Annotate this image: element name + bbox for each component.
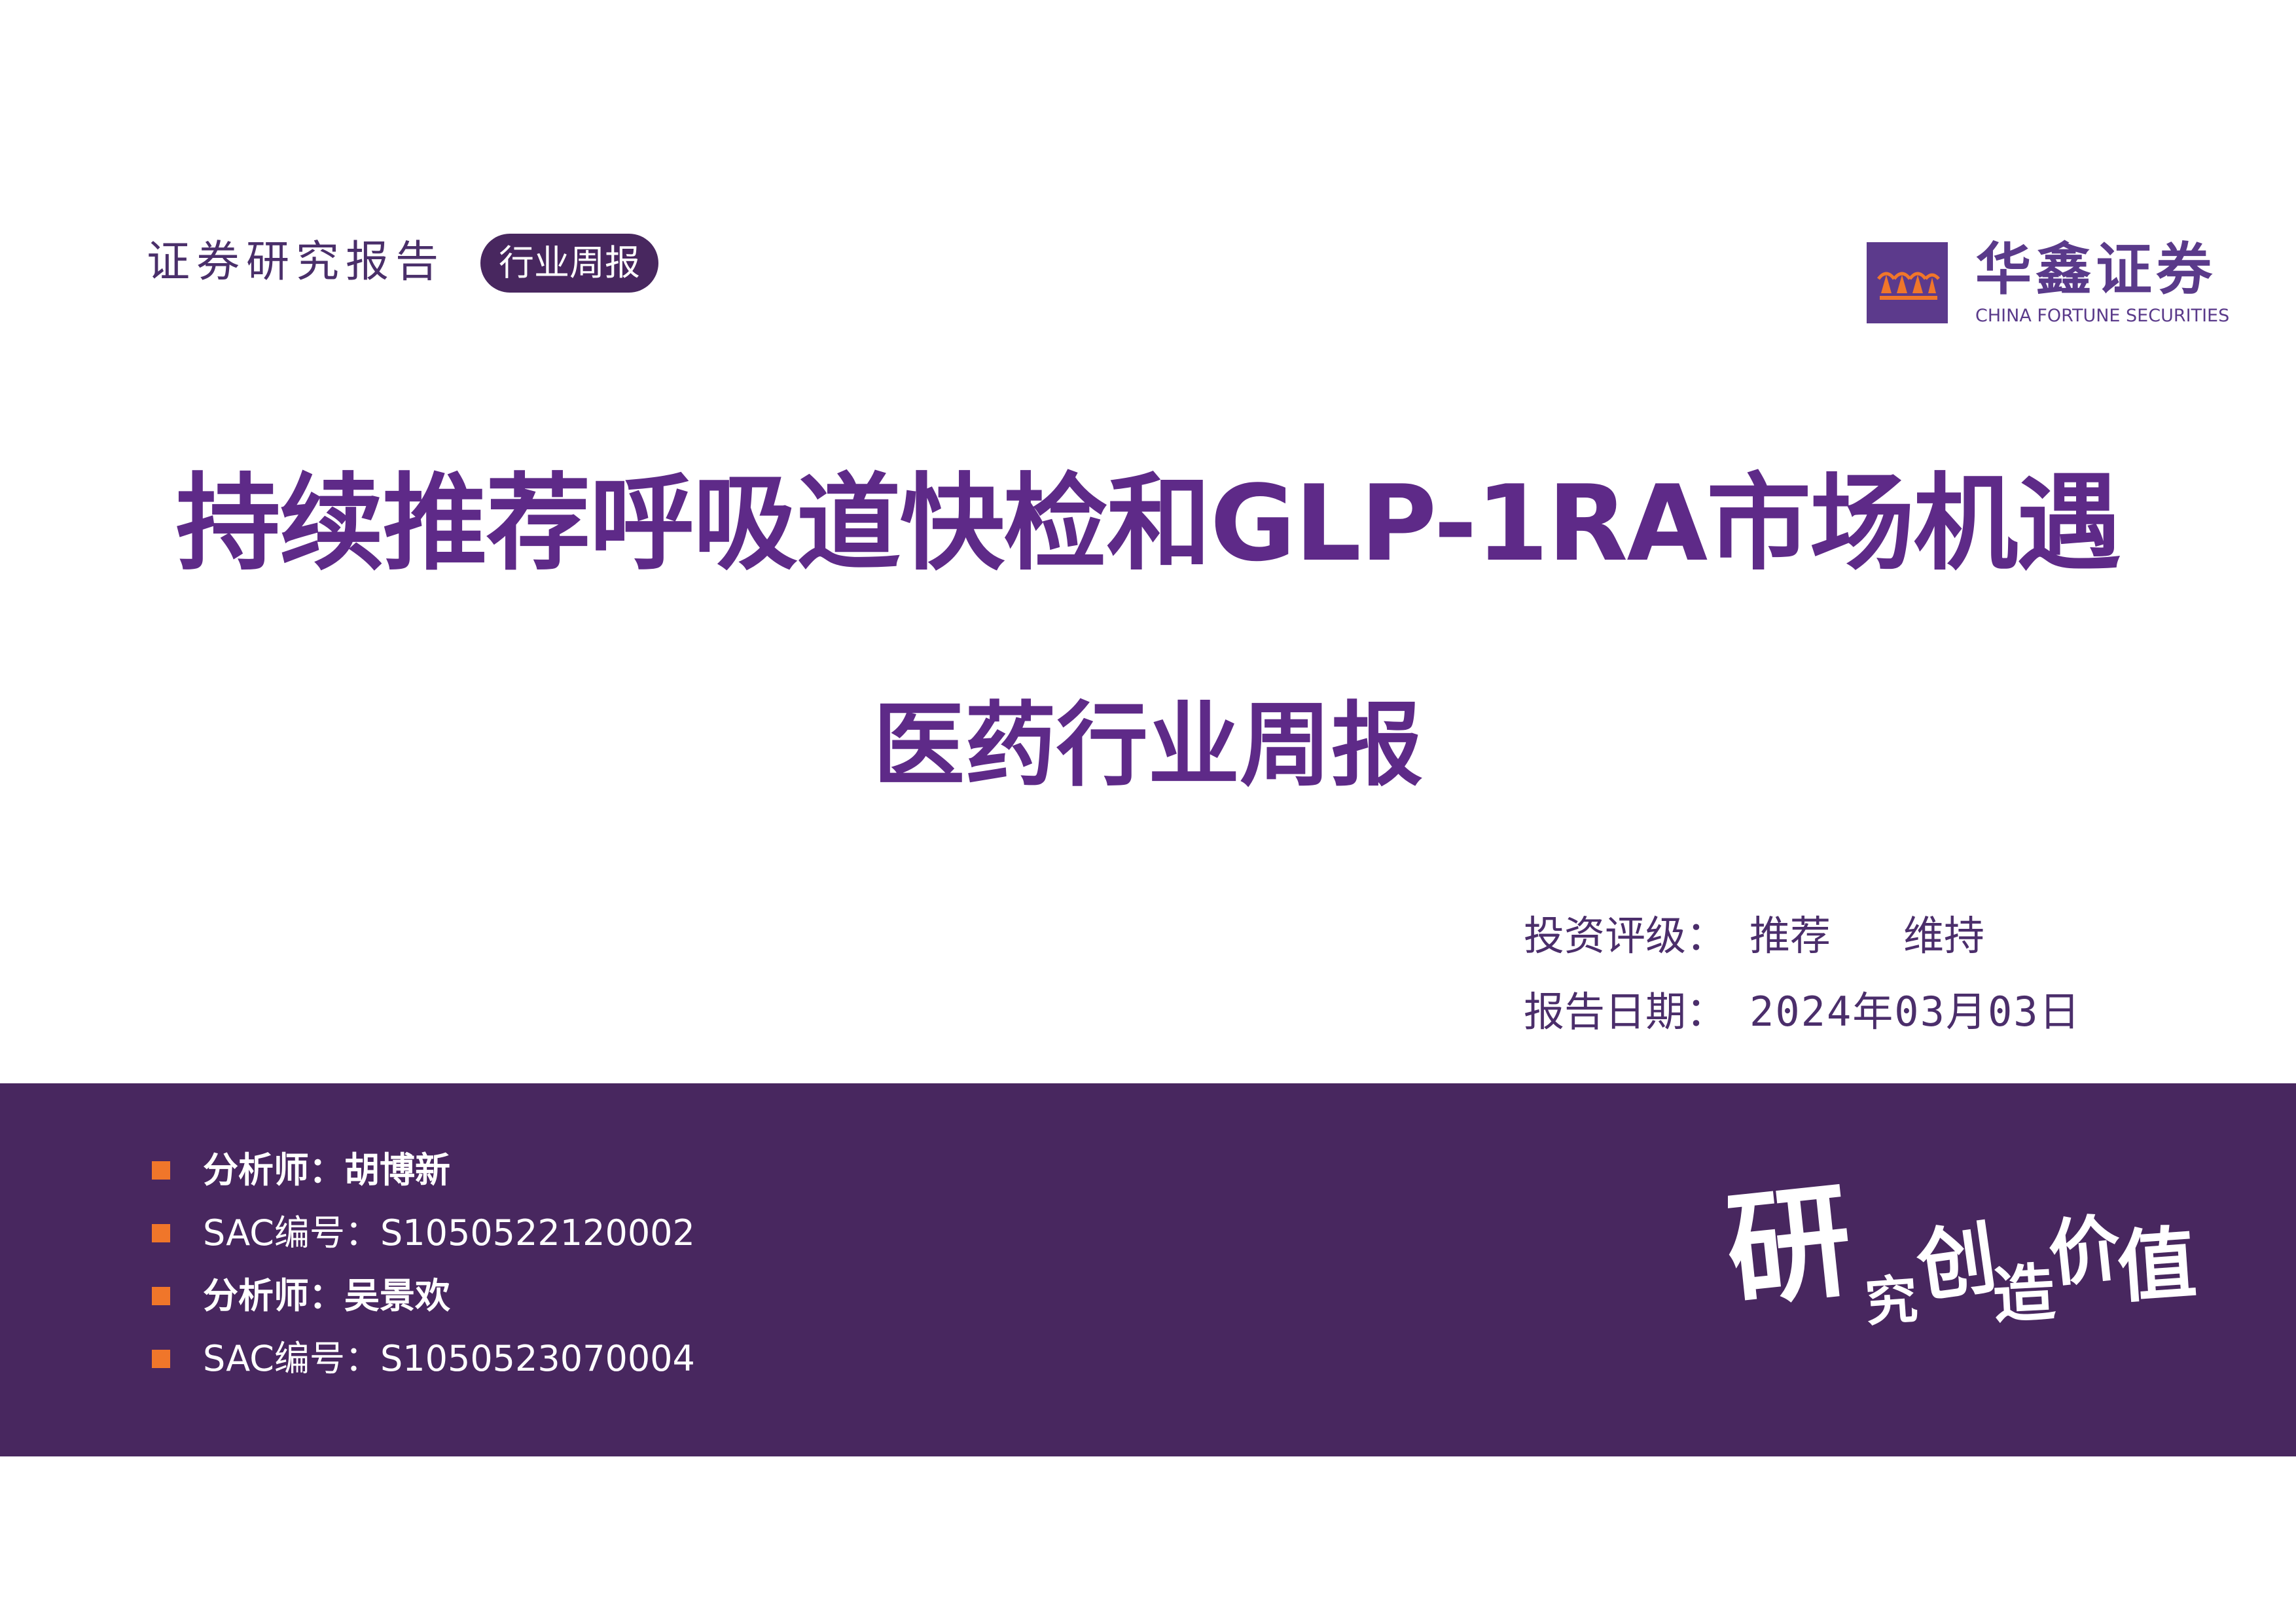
analyst-list: 分析师：胡博新 SAC编号：S1050522120002 分析师：吴景欢 SAC… (152, 1139, 1068, 1390)
analyst-sac: SAC编号：S1050522120002 (203, 1212, 695, 1254)
slogan-char: 造 (1991, 1256, 2057, 1332)
list-item: 分析师：胡博新 (152, 1139, 1068, 1202)
analyst-name: 分析师：胡博新 (203, 1149, 450, 1191)
bullet-square-icon (152, 1350, 170, 1368)
analyst-name: 分析师：吴景欢 (203, 1275, 450, 1316)
slogan-char: 究 (1863, 1268, 1920, 1333)
logo-mark-icon (1867, 242, 1948, 323)
date-value: 2024年03月03日 (1749, 988, 2081, 1036)
report-type: 证券研究报告 (147, 236, 445, 287)
date-row: 报告日期： 2024年03月03日 (1524, 986, 2081, 1038)
list-item: SAC编号：S1050522120002 (152, 1202, 1068, 1265)
main-title: 持续推荐呼吸道快检和GLP-1RA市场机遇 (175, 462, 2122, 585)
bullet-square-icon (152, 1224, 170, 1242)
sub-title: 医药行业周报 (872, 693, 1423, 799)
list-item: 分析师：吴景欢 (152, 1265, 1068, 1327)
rating-row: 投资评级： 推荐 维持 (1524, 910, 1984, 962)
slogan-char: 创 (1912, 1211, 2002, 1313)
rating-label: 投资评级： (1524, 912, 1727, 960)
rating-status: 维持 (1903, 912, 1985, 960)
slogan-calligraphy: 研 究 创 造 价 值 (1728, 1178, 2199, 1333)
report-tag-badge: 行业周报 (480, 234, 658, 293)
logo-name-cn: 华鑫证券 (1975, 237, 2216, 302)
logo-name-en: CHINA FORTUNE SECURITIES (1975, 306, 2230, 326)
slogan-char: 价 (2045, 1205, 2125, 1297)
bullet-square-icon (152, 1161, 170, 1180)
slogan-char: 研 (1728, 1178, 1858, 1325)
date-label: 报告日期： (1524, 988, 1727, 1036)
slogan-char: 值 (2114, 1217, 2199, 1314)
rating-value: 推荐 (1749, 912, 1831, 960)
analyst-sac: SAC编号：S1050523070004 (203, 1338, 695, 1379)
list-item: SAC编号：S1050523070004 (152, 1327, 1068, 1390)
bullet-square-icon (152, 1287, 170, 1305)
